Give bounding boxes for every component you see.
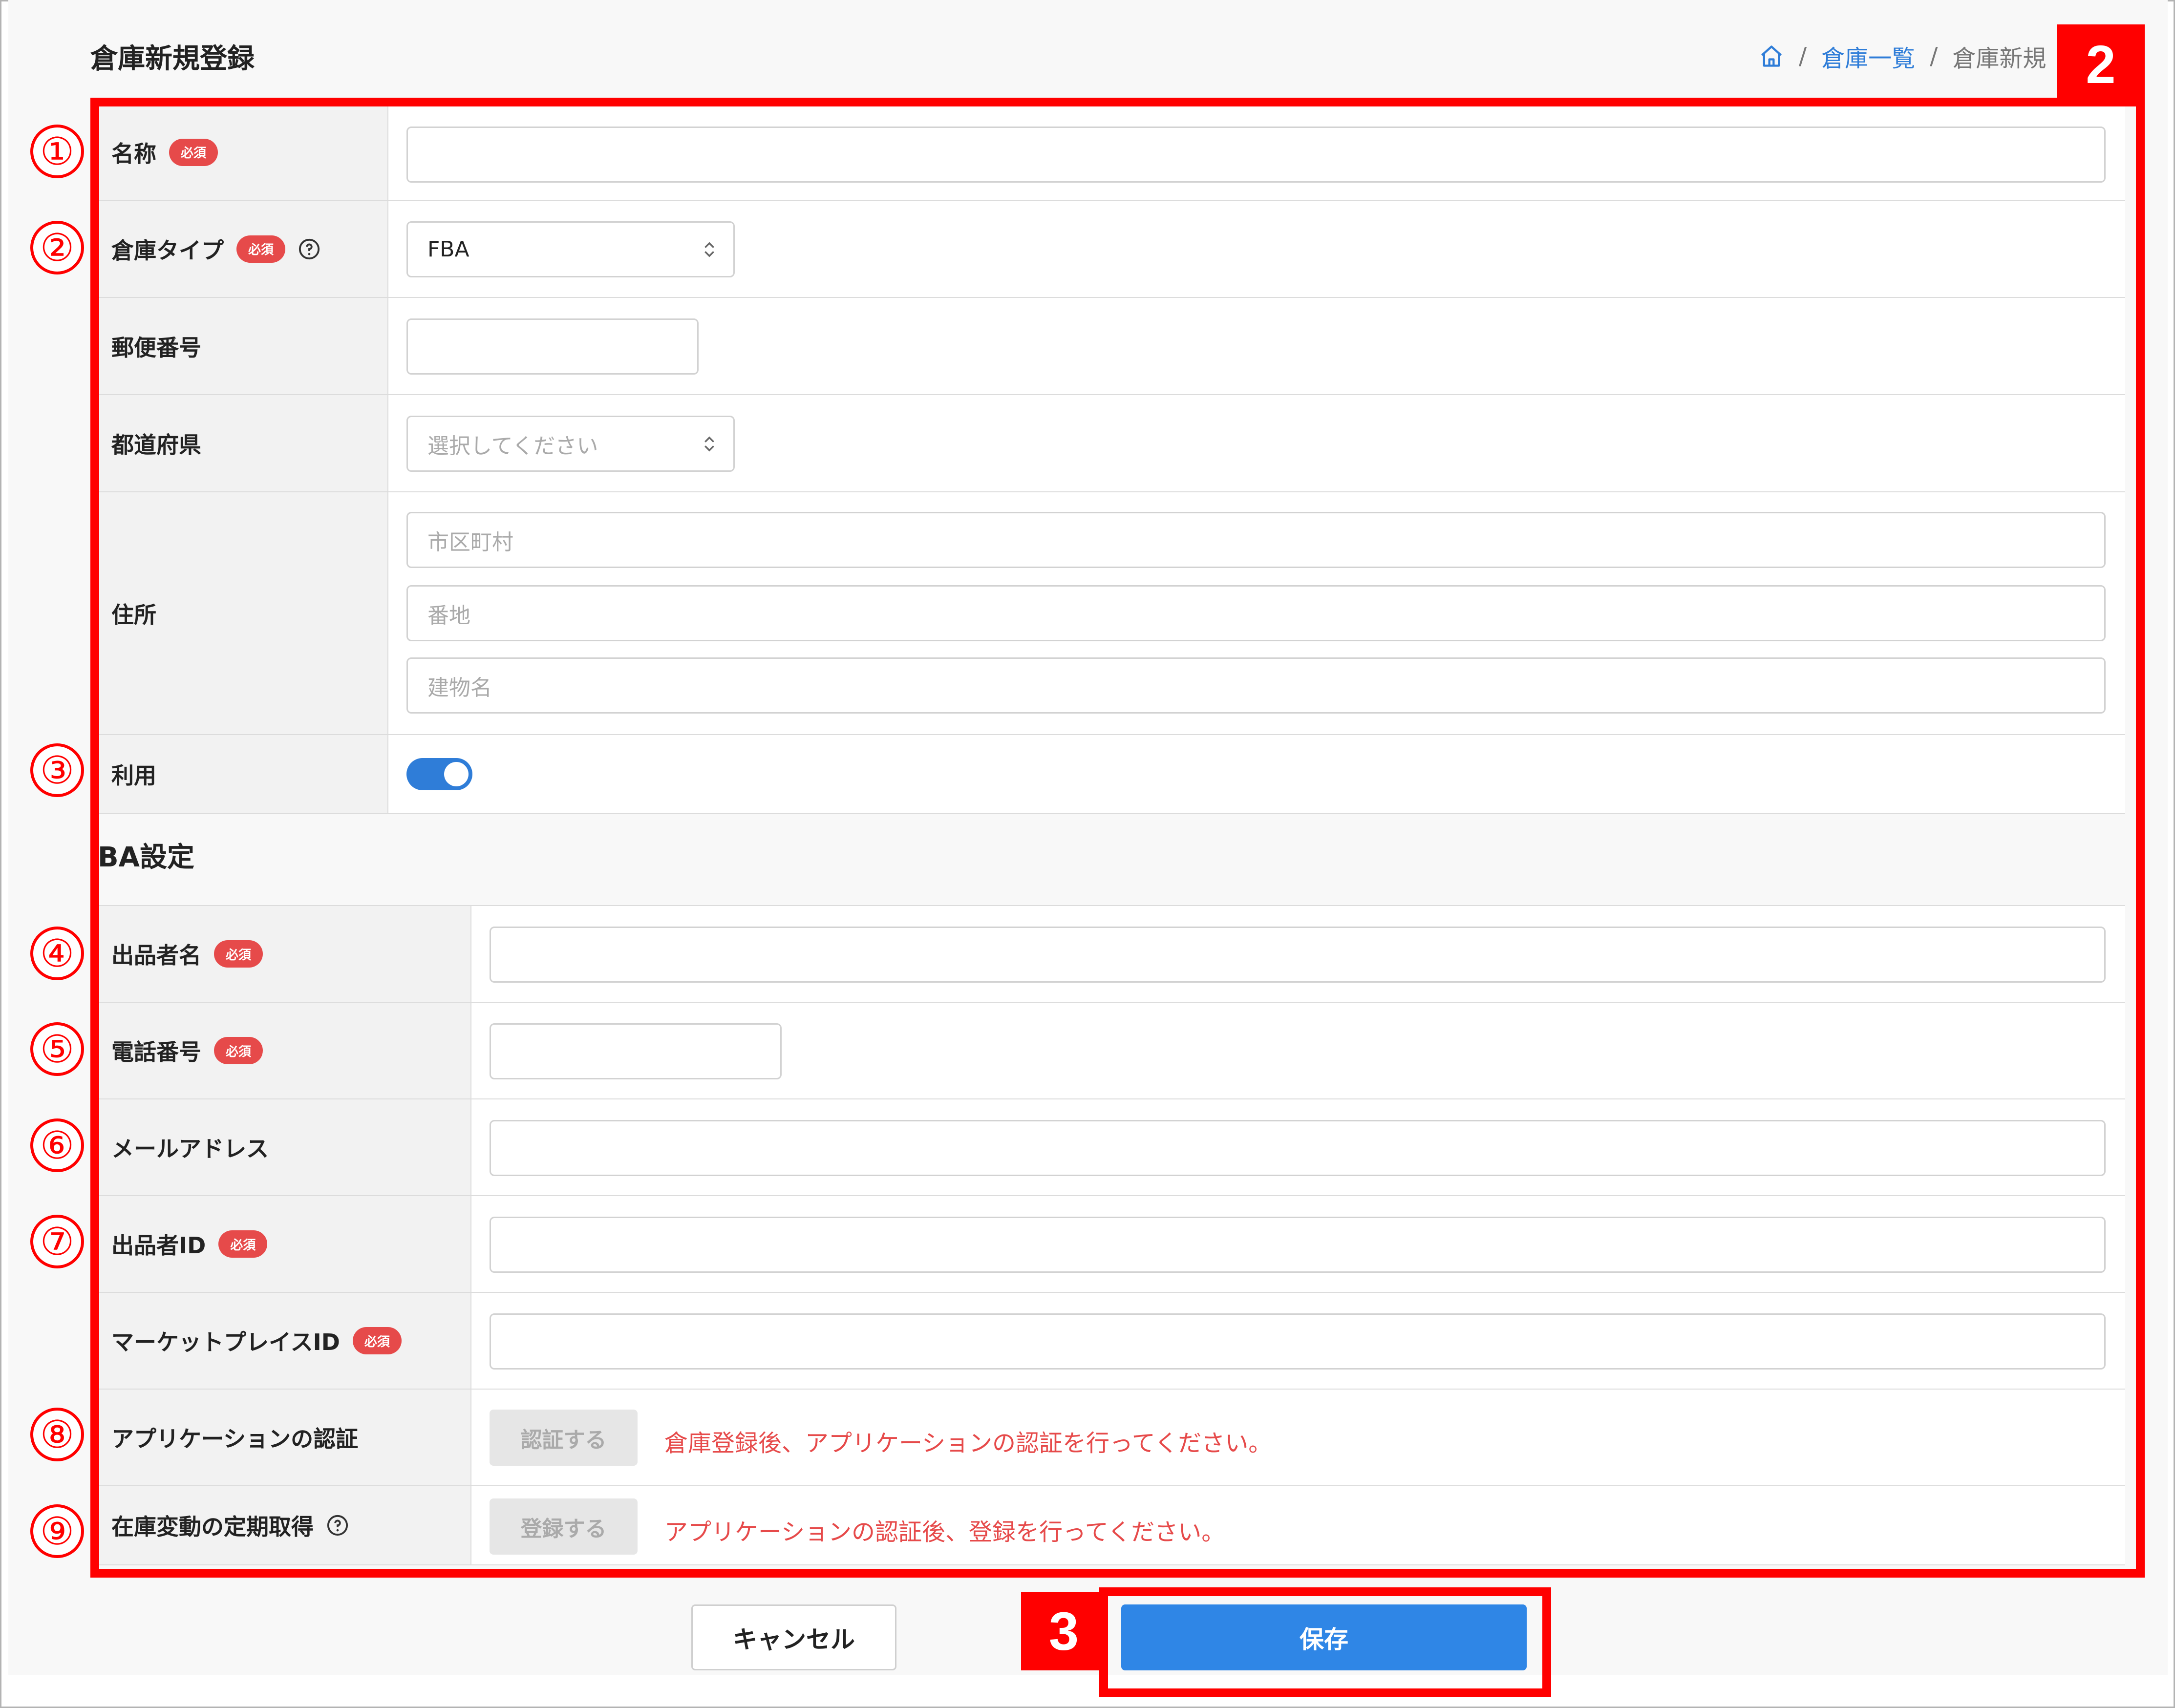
page-title: 倉庫新規登録 <box>90 43 255 75</box>
annotation-box-3-label: 3 <box>1021 1592 1107 1670</box>
annotation-number-4: ④ <box>30 927 84 980</box>
annotation-number-2: ② <box>30 221 84 274</box>
annotation-number-3: ③ <box>30 743 84 797</box>
breadcrumb-warehouse-list[interactable]: 倉庫一覧 <box>1821 39 1915 73</box>
annotation-number-1: ① <box>30 125 84 178</box>
cancel-button[interactable]: キャンセル <box>691 1604 896 1670</box>
annotation-number-5: ⑤ <box>30 1022 84 1076</box>
breadcrumb-separator: / <box>1930 42 1938 70</box>
annotation-box-2-label: 2 <box>2057 24 2145 105</box>
breadcrumb: / 倉庫一覧 / 倉庫新規 <box>1759 39 2046 73</box>
annotation-number-7: ⑦ <box>30 1215 84 1268</box>
home-icon[interactable] <box>1759 43 1784 69</box>
annotation-box-2-outline <box>90 98 2145 1578</box>
annotation-number-8: ⑧ <box>30 1408 84 1461</box>
breadcrumb-current: 倉庫新規 <box>1952 45 2047 72</box>
breadcrumb-separator: / <box>1799 42 1807 70</box>
annotation-number-9: ⑨ <box>30 1504 84 1558</box>
annotation-box-3-outline <box>1099 1587 1551 1697</box>
annotation-number-6: ⑥ <box>30 1118 84 1172</box>
